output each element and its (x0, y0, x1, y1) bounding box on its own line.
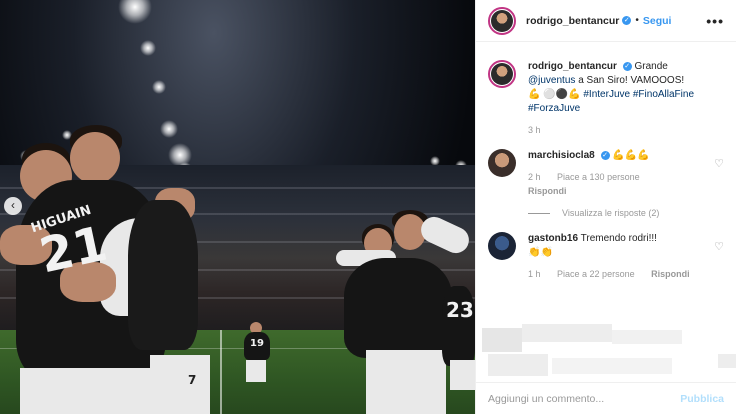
comment: marchisiocla8 ✓ 💪💪💪 2 h Piace a 130 pers… (488, 149, 724, 198)
reply-button[interactable]: Rispondi (528, 186, 567, 196)
verified-badge-icon: ✓ (622, 16, 632, 25)
comment-emoji: 👏👏 (528, 247, 553, 258)
jersey-number: 23 (446, 298, 474, 322)
avatar[interactable] (488, 6, 516, 35)
caption: rodrigo_bentancur ✓ Grande @juventus a S… (488, 60, 724, 137)
caption-text: a San Siro! VAMOOOS! (578, 75, 685, 86)
caption-text-prefix: Grande (634, 61, 668, 72)
post-sidebar: rodrigo_bentancur ✓ • Segui ••• rodrigo_… (475, 0, 736, 414)
avatar[interactable] (488, 232, 516, 260)
avatar[interactable] (488, 149, 516, 177)
post-comment-button[interactable]: Pubblica (680, 393, 724, 405)
add-comment-bar: Aggiungi un commento... Pubblica (476, 382, 736, 414)
comment-text: Tremendo rodri!!! (580, 233, 657, 244)
comment-input[interactable]: Aggiungi un commento... (488, 393, 604, 405)
jersey-number: 19 (250, 338, 264, 349)
comment-likes[interactable]: Piace a 130 persone (557, 172, 640, 182)
caption-emojis: 💪 ⚪⚫💪 (528, 89, 581, 100)
hashtag[interactable]: #FinoAllaFine (633, 89, 694, 100)
header-username[interactable]: rodrigo_bentancur (526, 15, 619, 27)
more-horizontal-icon[interactable]: ••• (706, 13, 724, 29)
player-group-right: 23 (330, 200, 475, 414)
view-replies-label[interactable]: Visualizza le risposte (2) (562, 208, 659, 218)
comment-likes[interactable]: Piace a 22 persone (557, 269, 635, 279)
verified-badge-icon: ✓ (600, 151, 610, 160)
avatar[interactable] (488, 60, 516, 88)
caption-mention[interactable]: @juventus (528, 75, 575, 86)
post-photo[interactable]: HIGUAIN 21 7 19 23 ‹ (0, 0, 475, 414)
caption-time: 3 h (528, 125, 541, 135)
player-group-left: HIGUAIN 21 7 (0, 0, 220, 414)
separator-dot: • (635, 15, 639, 26)
post-header: rodrigo_bentancur ✓ • Segui ••• (476, 0, 736, 42)
hashtag[interactable]: #ForzaJuve (528, 103, 580, 114)
caption-username[interactable]: rodrigo_bentancur (528, 61, 617, 72)
heart-icon[interactable]: ♡ (714, 240, 724, 253)
view-replies-link[interactable]: Visualizza le risposte (2) (528, 208, 724, 218)
comment-username[interactable]: gastonb16 (528, 233, 578, 244)
heart-icon[interactable]: ♡ (714, 157, 724, 170)
comment: gastonb16 Tremendo rodri!!! 👏👏 1 h Piace… (488, 232, 724, 281)
comment-time: 2 h (528, 172, 541, 182)
chevron-left-icon[interactable]: ‹ (4, 197, 22, 215)
hashtag[interactable]: #InterJuve (583, 89, 630, 100)
comments-list[interactable]: rodrigo_bentancur ✓ Grande @juventus a S… (476, 42, 736, 382)
reply-button[interactable]: Rispondi (651, 269, 690, 279)
comment-username[interactable]: marchisiocla8 (528, 150, 595, 161)
comment-time: 1 h (528, 269, 541, 279)
follow-button[interactable]: Segui (643, 15, 672, 27)
jersey-number: 7 (188, 373, 197, 387)
caption-verified-icon: ✓ (622, 62, 632, 71)
blurred-comments (482, 324, 736, 382)
player-background: 19 (238, 322, 278, 386)
comment-text: 💪💪💪 (612, 150, 650, 161)
